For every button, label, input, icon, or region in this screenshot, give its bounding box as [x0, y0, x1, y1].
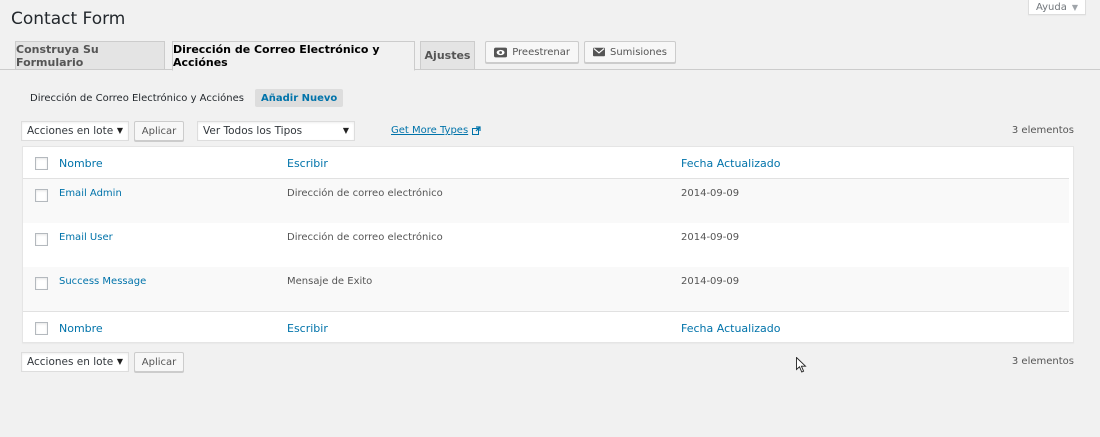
actions-table: Nombre Escribir Fecha Actualizado Email …	[22, 146, 1074, 343]
help-label: Ayuda	[1035, 1, 1067, 13]
select-all-checkbox[interactable]	[35, 157, 48, 170]
apply-button[interactable]: Aplicar	[134, 121, 184, 141]
envelope-icon	[593, 47, 605, 57]
preview-button[interactable]: Preestrenar	[485, 41, 579, 63]
page-title: Contact Form	[11, 9, 126, 29]
row-checkbox[interactable]	[35, 277, 48, 290]
tab-email-actions[interactable]: Dirección de Correo Electrónico y Acción…	[172, 41, 415, 71]
eye-icon	[494, 47, 508, 57]
row-date: 2014-09-09	[681, 232, 740, 243]
bulk-action-value: Acciones en lote	[27, 125, 114, 137]
row-date: 2014-09-09	[681, 188, 740, 199]
column-date-header[interactable]: Fecha Actualizado	[681, 157, 781, 170]
help-tab[interactable]: Ayuda ▼	[1028, 0, 1086, 15]
bulk-action-select[interactable]: Acciones en lote ▼	[21, 121, 129, 141]
row-name-link[interactable]: Email Admin	[59, 188, 122, 199]
apply-button-bottom[interactable]: Aplicar	[134, 352, 184, 372]
column-name-footer[interactable]: Nombre	[59, 322, 103, 335]
submissions-button[interactable]: Sumisiones	[584, 41, 676, 63]
item-count: 3 elementos	[1011, 125, 1074, 136]
type-filter-value: Ver Todos los Tipos	[203, 125, 303, 137]
item-count-bottom: 3 elementos	[1011, 356, 1074, 367]
column-type-footer[interactable]: Escribir	[287, 322, 328, 335]
submissions-label: Sumisiones	[609, 46, 667, 58]
bulk-action-select-bottom[interactable]: Acciones en lote ▼	[21, 352, 129, 372]
row-type: Dirección de correo electrónico	[287, 232, 443, 243]
row-name-link[interactable]: Email User	[59, 232, 113, 243]
row-type: Dirección de correo electrónico	[287, 188, 443, 199]
dropdown-arrow-icon: ▼	[116, 126, 123, 135]
type-filter-select[interactable]: Ver Todos los Tipos ▼	[197, 121, 355, 141]
external-link-icon	[472, 126, 481, 135]
column-name-header[interactable]: Nombre	[59, 157, 103, 170]
row-name-link[interactable]: Success Message	[59, 276, 146, 287]
tab-settings[interactable]: Ajustes	[420, 41, 475, 70]
dropdown-arrow-icon: ▼	[342, 126, 349, 135]
row-date: 2014-09-09	[681, 276, 740, 287]
get-more-types-link[interactable]: Get More Types	[391, 125, 481, 136]
table-footer-row: Nombre Escribir Fecha Actualizado	[23, 311, 1069, 343]
tab-build-form[interactable]: Construya Su Formulario	[15, 41, 165, 70]
preview-label: Preestrenar	[512, 46, 570, 58]
mouse-cursor-icon	[796, 357, 807, 373]
table-row: Email Admin Dirección de correo electrón…	[23, 179, 1069, 223]
table-row: Email User Dirección de correo electróni…	[23, 223, 1069, 267]
row-checkbox[interactable]	[35, 189, 48, 202]
get-more-types-label: Get More Types	[391, 125, 469, 136]
section-heading: Dirección de Correo Electrónico y Acción…	[30, 93, 244, 104]
table-row: Success Message Mensaje de Exito 2014-09…	[23, 267, 1069, 311]
caret-down-icon: ▼	[1071, 2, 1079, 12]
table-header-row: Nombre Escribir Fecha Actualizado	[23, 147, 1069, 179]
column-type-header[interactable]: Escribir	[287, 157, 328, 170]
column-date-footer[interactable]: Fecha Actualizado	[681, 322, 781, 335]
bulk-action-value-bottom: Acciones en lote	[27, 356, 114, 368]
row-type: Mensaje de Exito	[287, 276, 373, 287]
dropdown-arrow-icon: ▼	[116, 357, 123, 366]
select-all-checkbox-footer[interactable]	[35, 322, 48, 335]
add-new-button[interactable]: Añadir Nuevo	[255, 89, 344, 107]
row-checkbox[interactable]	[35, 233, 48, 246]
